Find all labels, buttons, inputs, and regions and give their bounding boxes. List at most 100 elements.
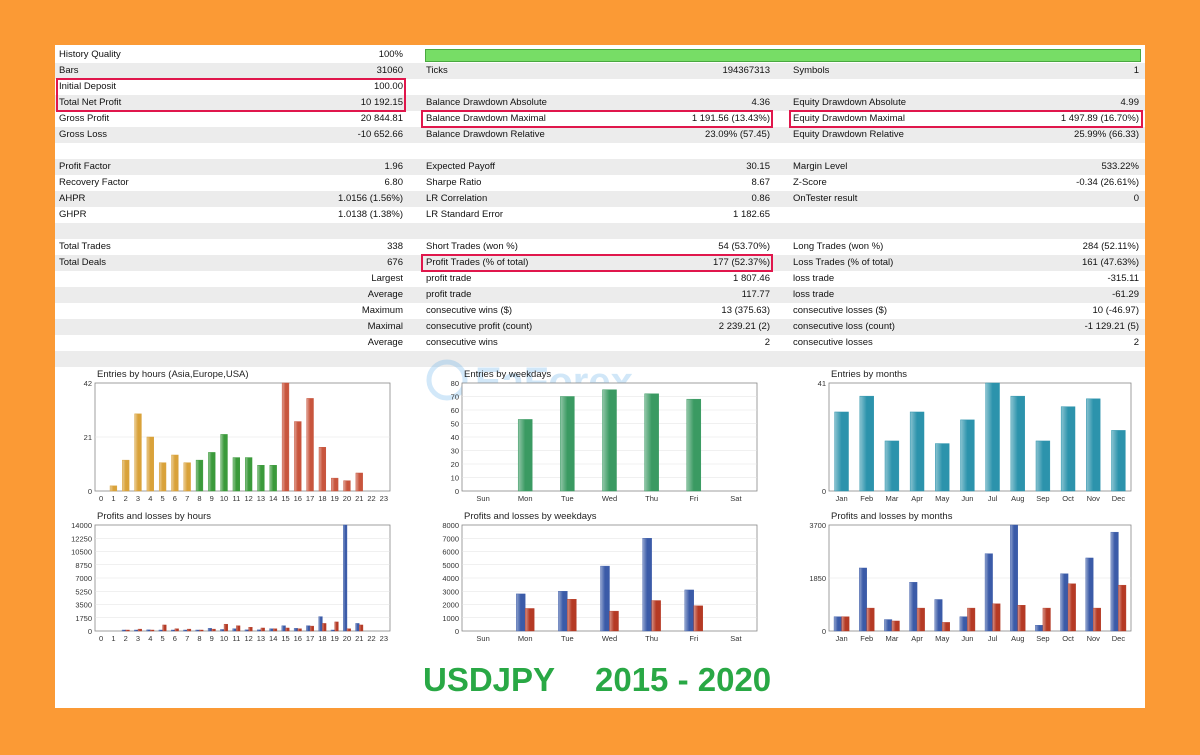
bar (134, 413, 142, 492)
history-quality-label: History Quality (59, 49, 121, 60)
loss-bar (841, 616, 850, 632)
row-average-consecutive: Average consecutive wins 2 consecutive l… (55, 335, 1145, 351)
total-deals-label: Total Deals (59, 257, 106, 268)
y-tick-label: 7000 (75, 574, 92, 583)
history-quality-bar (425, 49, 1141, 62)
average-loss-value: -61.29 (1112, 289, 1139, 300)
bar (146, 436, 154, 492)
x-tick-label: 12 (244, 494, 252, 503)
loss-bar (866, 607, 875, 632)
loss-bar (322, 623, 327, 632)
profit-bar (318, 616, 323, 632)
y-tick-label: 5250 (75, 587, 92, 596)
x-tick-label: Jun (961, 494, 973, 503)
profit-bar (134, 629, 139, 632)
history-quality-value: 100% (378, 49, 403, 60)
x-tick-label: 21 (355, 494, 363, 503)
profit-bar (293, 628, 299, 632)
y-tick-label: 2000 (442, 601, 459, 610)
average-consecutive-label: Average (367, 337, 403, 348)
gross-profit-label: Gross Profit (59, 113, 110, 124)
profit-bar (984, 553, 993, 632)
highlight-profit-trades (421, 254, 773, 272)
loss-bar (346, 628, 351, 632)
loss-bar (248, 627, 253, 632)
bars-value: 31060 (376, 65, 403, 76)
average-label: Average (367, 289, 403, 300)
strategy-tester-report: History Quality 100% Bars 31060 Ticks 19… (55, 45, 1145, 708)
x-tick-label: Thu (645, 634, 658, 643)
x-tick-label: 9 (210, 634, 214, 643)
x-tick-label: Sat (730, 494, 742, 503)
loss-trades-value: 161 (47.63%) (1081, 257, 1139, 268)
x-tick-label: 19 (331, 634, 339, 643)
margin-level-label: Margin Level (793, 161, 848, 172)
loss-bar (199, 629, 204, 632)
x-tick-label: 13 (257, 494, 265, 503)
total-trades-label: Total Trades (59, 241, 111, 252)
balance-dd-abs-value: 4.36 (751, 97, 771, 108)
loss-bar (162, 624, 167, 632)
x-tick-label: 7 (185, 494, 189, 503)
avg-consecutive-wins-value: 2 (764, 337, 770, 348)
bar (294, 421, 302, 492)
profit-bar (207, 628, 212, 632)
bar (985, 382, 1000, 492)
y-tick-label: 21 (84, 433, 92, 442)
profit-bar (269, 628, 274, 632)
profit-bar (355, 623, 360, 632)
x-tick-label: 21 (355, 634, 363, 643)
chart-title: Profits and losses by months (831, 511, 953, 522)
x-tick-label: 10 (220, 634, 228, 643)
x-tick-label: Fri (689, 634, 698, 643)
loss-bar (1067, 583, 1076, 632)
x-tick-label: 4 (148, 494, 152, 503)
profit-bar (642, 538, 652, 632)
sharpe-ratio-label: Sharpe Ratio (426, 177, 482, 188)
x-tick-label: 9 (210, 494, 214, 503)
loss-bar (273, 628, 278, 632)
x-tick-label: 0 (99, 634, 103, 643)
y-tick-label: 5000 (442, 561, 459, 570)
loss-bar (334, 621, 339, 632)
consecutive-wins-value: 13 (375.63) (721, 305, 770, 316)
y-tick-label: 3000 (442, 587, 459, 596)
pl-by-hours-chart: Profits and losses by hours0175035005250… (71, 511, 391, 643)
x-tick-label: 15 (281, 494, 289, 503)
loss-bar (916, 607, 925, 632)
symbols-label: Symbols (793, 65, 830, 76)
loss-bar (609, 610, 619, 632)
equity-dd-rel-value: 25.99% (66.33) (1074, 129, 1139, 140)
loss-bar (1017, 605, 1026, 632)
bar (257, 465, 265, 492)
x-tick-label: Mon (518, 634, 533, 643)
x-tick-label: 10 (220, 494, 228, 503)
bar (355, 472, 363, 492)
profit-bar (833, 616, 842, 632)
balance-dd-abs-label: Balance Drawdown Absolute (426, 97, 547, 108)
profit-bar (516, 593, 526, 632)
bar (909, 411, 925, 492)
y-tick-label: 0 (88, 487, 92, 496)
loss-bar (211, 628, 216, 632)
bar (318, 447, 327, 492)
x-tick-label: Jan (836, 494, 848, 503)
loss-bar (309, 625, 314, 632)
loss-bar (125, 629, 130, 632)
y-tick-label: 12250 (71, 534, 92, 543)
recovery-factor-label: Recovery Factor (59, 177, 129, 188)
x-tick-label: Apr (911, 634, 923, 643)
x-tick-label: Jul (988, 494, 998, 503)
x-tick-label: 7 (185, 634, 189, 643)
profit-bar (183, 629, 188, 632)
loss-bar (891, 620, 900, 632)
x-tick-label: Nov (1087, 634, 1101, 643)
x-tick-label: 14 (269, 494, 277, 503)
equity-dd-abs-label: Equity Drawdown Absolute (793, 97, 907, 108)
x-tick-label: Sat (730, 634, 742, 643)
x-tick-label: 16 (294, 494, 302, 503)
loss-bar (525, 608, 535, 632)
loss-trades-label: Loss Trades (% of total) (793, 257, 894, 268)
profit-factor-value: 1.96 (384, 161, 404, 172)
x-tick-label: 5 (161, 494, 165, 503)
